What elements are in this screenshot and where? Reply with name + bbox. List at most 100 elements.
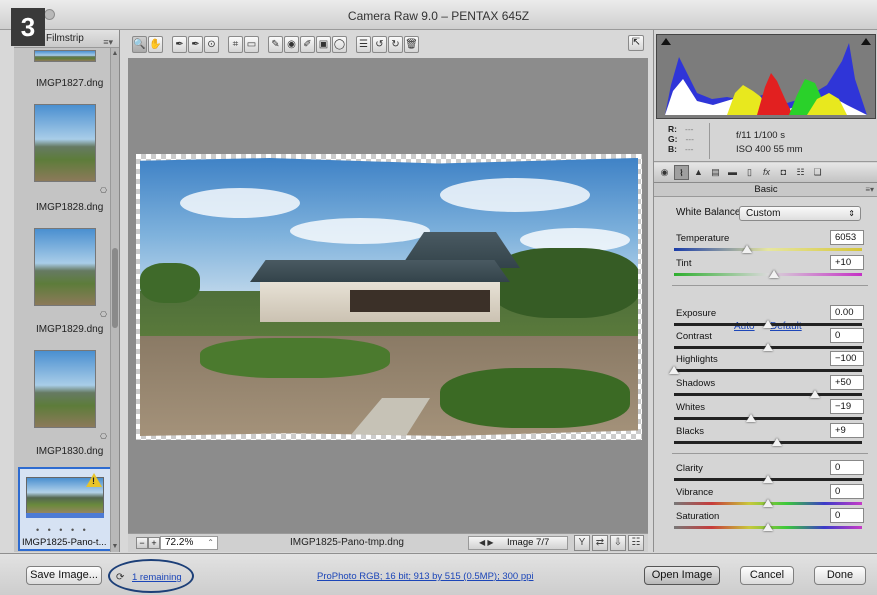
whites-value-field[interactable]: −19 [830, 399, 864, 414]
shadows-slider-track[interactable] [674, 393, 862, 396]
highlights-value-field[interactable]: −100 [830, 351, 864, 366]
image-counter: Image 7/7 [507, 537, 550, 548]
adjustment-panel: R: --- G: --- B: --- f/11 1/100 s ISO 400 5… [653, 30, 877, 552]
scroll-down-icon[interactable]: ▼ [111, 543, 119, 550]
temperature-value-field[interactable]: 6053 [830, 230, 864, 245]
workflow-options-link[interactable]: ProPhoto RGB; 16 bit; 913 by 515 (0.5MP)… [317, 571, 534, 582]
green-readout: G: --- [668, 134, 694, 144]
clarity-value-field[interactable]: 0 [830, 460, 864, 475]
highlights-slider-track[interactable] [674, 369, 862, 372]
highlights-slider-handle[interactable] [669, 366, 679, 374]
trash-icon[interactable]: 🗑 [404, 36, 419, 53]
shadows-label: Shadows [676, 378, 716, 389]
preview-filename: IMGP1825-Pano-tmp.dng [290, 537, 404, 548]
window-title: Camera Raw 9.0 – PENTAX 645Z [347, 9, 530, 23]
adjustment-brush-icon[interactable]: ✐ [300, 36, 315, 53]
zoom-level-select[interactable]: 72.2% ⌃ [160, 536, 218, 550]
zoom-tool-icon[interactable]: 🔍 [132, 36, 147, 53]
swap-settings-icon[interactable]: ⇄ [592, 535, 608, 551]
highlights-slider-row: Highlights −100 [669, 351, 864, 376]
zoom-out-icon[interactable]: − [136, 537, 148, 549]
highlight-clipping-warning-icon[interactable] [861, 38, 871, 45]
copy-settings-icon[interactable]: ⇩ [610, 535, 626, 551]
contrast-slider-handle[interactable] [763, 343, 773, 351]
scroll-thumb[interactable] [112, 248, 118, 328]
filmstrip-scrollbar[interactable]: ▲ ▼ [110, 48, 119, 552]
tab-basic-icon[interactable]: ◉ [657, 165, 672, 180]
shadow-clipping-warning-icon[interactable] [661, 38, 671, 45]
color-sampler-tool-icon[interactable]: ✒ [188, 36, 203, 53]
tab-detail-icon[interactable]: ▲ [691, 165, 706, 180]
straighten-tool-icon[interactable]: ▭ [244, 36, 259, 53]
spot-removal-tool-icon[interactable]: ✎ [268, 36, 283, 53]
exposure-slider-handle[interactable] [763, 320, 773, 328]
fullscreen-toggle-icon[interactable]: ⇱ [628, 35, 644, 51]
preferences-icon[interactable]: ☰ [356, 36, 371, 53]
thumbnail-name: IMGP1829.dng [36, 324, 104, 335]
graduated-filter-icon[interactable]: ▣ [316, 36, 331, 53]
toggle-settings-icon[interactable]: ☷ [628, 535, 644, 551]
white-balance-tool-icon[interactable]: ✒ [172, 36, 187, 53]
hand-tool-icon[interactable]: ✋ [148, 36, 163, 53]
tab-split-toning-icon[interactable]: ▬ [725, 165, 740, 180]
tab-hsl-icon[interactable]: ▤ [708, 165, 723, 180]
tint-slider-handle[interactable] [768, 270, 779, 278]
exposure-label: Exposure [676, 308, 717, 319]
targeted-adjustment-tool-icon[interactable]: ⊙ [204, 36, 219, 53]
whites-slider-track[interactable] [674, 417, 862, 420]
shadows-slider-handle[interactable] [810, 390, 820, 398]
crop-tool-icon[interactable]: ⌗ [228, 36, 243, 53]
red-readout: R: --- [668, 124, 694, 134]
image-navigator[interactable]: ◀ ▶ Image 7/7 [468, 536, 568, 550]
image-preview-area[interactable] [128, 58, 648, 533]
temperature-slider-handle[interactable] [742, 245, 753, 253]
thumbnail-name: IMGP1828.dng [36, 202, 104, 213]
tab-snapshots-icon[interactable]: ❏ [810, 165, 825, 180]
whites-slider-handle[interactable] [746, 414, 757, 422]
blacks-slider-row: Blacks +9 [674, 423, 864, 448]
tab-tone-curve-icon[interactable]: ⌇ [674, 165, 689, 180]
camera-raw-window: Camera Raw 9.0 – PENTAX 645Z 3 Filmstrip… [0, 0, 877, 595]
clarity-slider-handle[interactable] [763, 475, 773, 483]
white-balance-select[interactable]: Custom ⇕ [739, 206, 861, 221]
cancel-button[interactable]: Cancel [740, 566, 794, 585]
blacks-slider-track[interactable] [674, 441, 862, 444]
saturation-slider-handle[interactable] [763, 523, 773, 531]
remaining-tasks-link[interactable]: 1 remaining [132, 572, 182, 583]
tab-effects-icon[interactable]: fx [759, 165, 774, 180]
open-image-button[interactable]: Open Image [644, 566, 720, 585]
rating-stars[interactable]: • • • • • [36, 525, 89, 535]
tab-camera-calibration-icon[interactable]: ◘ [776, 165, 791, 180]
radial-filter-icon[interactable]: ◯ [332, 36, 347, 53]
vibrance-value-field[interactable]: 0 [830, 484, 864, 499]
filmstrip-item-selected[interactable]: ! • • • • • IMGP1825-Pano-t... [18, 467, 112, 551]
camera-icon: ⎔ [100, 310, 107, 319]
done-button[interactable]: Done [814, 566, 866, 585]
red-eye-tool-icon[interactable]: ◉ [284, 36, 299, 53]
tint-label: Tint [676, 258, 692, 269]
vibrance-slider-handle[interactable] [763, 499, 773, 507]
panel-tabs: ◉ ⌇ ▲ ▤ ▬ ▯ fx ◘ ☷ ❏ [654, 163, 877, 183]
exposure-value-field[interactable]: 0.00 [830, 305, 864, 320]
tab-lens-corrections-icon[interactable]: ▯ [742, 165, 757, 180]
zoom-in-icon[interactable]: + [148, 537, 160, 549]
prev-next-arrows-icon[interactable]: ◀ ▶ [479, 537, 494, 549]
before-after-toggle-icon[interactable]: Y [574, 535, 590, 551]
save-image-button[interactable]: Save Image... [26, 566, 102, 585]
panorama-preview-image[interactable] [136, 154, 642, 440]
blacks-value-field[interactable]: +9 [830, 423, 864, 438]
shadows-slider-row: Shadows +50 [674, 375, 864, 400]
shadows-value-field[interactable]: +50 [830, 375, 864, 390]
tint-value-field[interactable]: +10 [830, 255, 864, 270]
rotate-left-icon[interactable]: ↺ [372, 36, 387, 53]
temperature-slider-track[interactable] [674, 248, 862, 251]
tab-presets-icon[interactable]: ☷ [793, 165, 808, 180]
saturation-value-field[interactable]: 0 [830, 508, 864, 523]
contrast-value-field[interactable]: 0 [830, 328, 864, 343]
scroll-up-icon[interactable]: ▲ [111, 50, 119, 57]
blacks-slider-handle[interactable] [772, 438, 783, 446]
preview-status-bar: − + 72.2% ⌃ IMGP1825-Pano-tmp.dng ◀ ▶ Im… [128, 533, 648, 552]
contrast-label: Contrast [676, 331, 712, 342]
panel-menu-icon[interactable]: ≡▾ [865, 183, 874, 197]
rotate-right-icon[interactable]: ↻ [388, 36, 403, 53]
